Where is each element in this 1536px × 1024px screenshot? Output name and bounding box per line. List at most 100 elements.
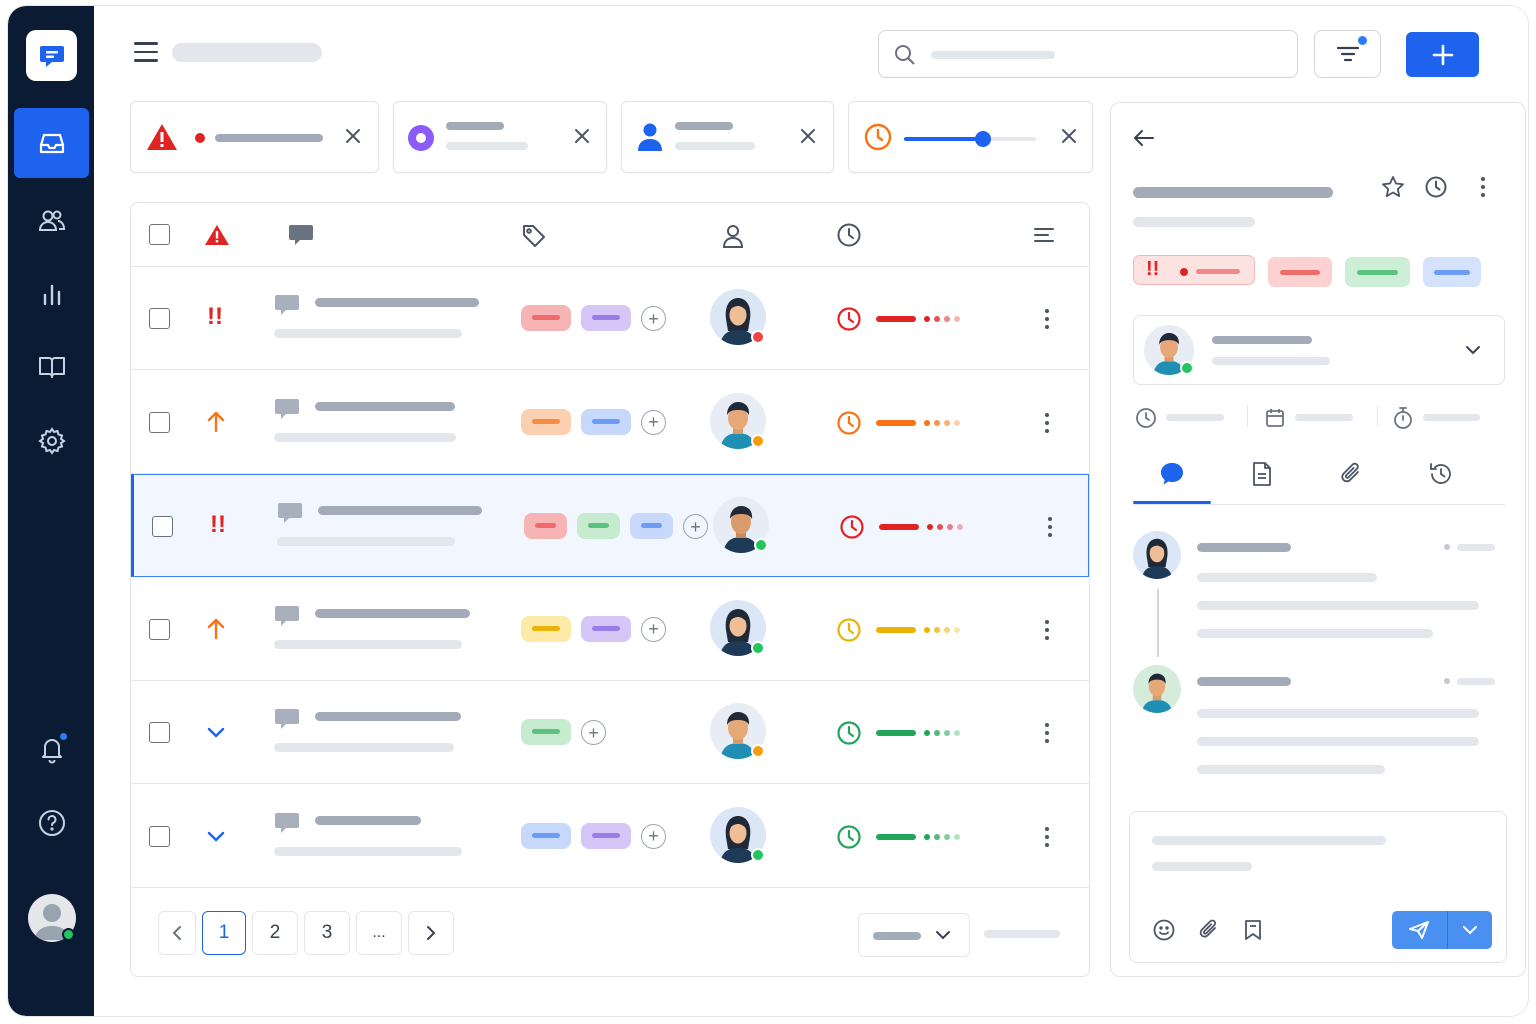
add-tag-button[interactable]: + bbox=[641, 616, 666, 642]
reply-composer[interactable] bbox=[1129, 811, 1507, 963]
row-more-options-icon[interactable] bbox=[1045, 619, 1049, 644]
message-column-icon[interactable] bbox=[288, 223, 314, 247]
notifications-button[interactable] bbox=[14, 714, 89, 784]
row-more-options-icon[interactable] bbox=[1048, 517, 1052, 541]
app-logo[interactable] bbox=[26, 30, 77, 81]
attach-icon[interactable] bbox=[1197, 918, 1221, 942]
page-ellipsis[interactable]: ... bbox=[356, 911, 402, 955]
add-tag-button[interactable]: + bbox=[683, 514, 708, 539]
ticket-tag[interactable] bbox=[581, 822, 631, 849]
filter-chip-status[interactable] bbox=[393, 101, 607, 173]
close-icon[interactable] bbox=[798, 126, 818, 146]
tag-blue[interactable] bbox=[1423, 257, 1481, 287]
filter-chip-sla[interactable] bbox=[848, 101, 1093, 173]
priority-column-icon[interactable] bbox=[204, 223, 230, 247]
chevron-down-icon[interactable] bbox=[1462, 924, 1478, 936]
search-input[interactable] bbox=[878, 30, 1298, 78]
message-author-placeholder bbox=[1197, 543, 1291, 552]
paperclip-tab-icon[interactable] bbox=[1339, 461, 1363, 487]
ticket-tag[interactable] bbox=[521, 305, 571, 331]
help-button[interactable] bbox=[14, 788, 89, 858]
add-button[interactable] bbox=[1406, 32, 1479, 77]
page-button-1[interactable]: 1 bbox=[202, 911, 246, 955]
document-tab-icon[interactable] bbox=[1251, 461, 1273, 487]
more-options-icon[interactable] bbox=[1481, 177, 1485, 201]
add-tag-button[interactable]: + bbox=[641, 823, 666, 849]
sidebar-item-contacts[interactable] bbox=[14, 186, 89, 256]
page-button-3[interactable]: 3 bbox=[304, 911, 350, 955]
add-tag-button[interactable]: + bbox=[641, 306, 666, 331]
table-row[interactable]: + bbox=[131, 578, 1089, 681]
ticket-subject-placeholder bbox=[315, 608, 470, 618]
clock-icon[interactable] bbox=[1424, 175, 1448, 199]
tag-green[interactable] bbox=[1345, 257, 1410, 287]
add-tag-button[interactable]: + bbox=[581, 720, 606, 745]
table-row[interactable]: !! + bbox=[131, 267, 1089, 370]
ticket-tag[interactable] bbox=[577, 513, 620, 539]
menu-button[interactable] bbox=[134, 42, 158, 62]
next-page-button[interactable] bbox=[408, 911, 454, 955]
table-row[interactable]: + bbox=[131, 785, 1089, 888]
ticket-tag[interactable] bbox=[521, 719, 571, 745]
row-more-options-icon[interactable] bbox=[1045, 412, 1049, 437]
sla-column-icon[interactable] bbox=[836, 222, 862, 248]
row-more-options-icon[interactable] bbox=[1045, 723, 1049, 747]
sla-bar bbox=[876, 316, 916, 322]
sla-dot bbox=[934, 419, 940, 426]
history-tab-icon[interactable] bbox=[1428, 461, 1454, 487]
row-checkbox[interactable] bbox=[149, 618, 170, 640]
chat-tab-icon[interactable] bbox=[1159, 461, 1185, 487]
close-icon[interactable] bbox=[572, 126, 592, 146]
ticket-tag[interactable] bbox=[521, 822, 571, 849]
sidebar-item-knowledge-base[interactable] bbox=[14, 332, 89, 402]
star-icon[interactable] bbox=[1381, 175, 1405, 199]
assignee-select[interactable] bbox=[1133, 315, 1505, 385]
send-button[interactable] bbox=[1392, 911, 1492, 949]
close-icon[interactable] bbox=[343, 126, 363, 146]
row-more-options-icon[interactable] bbox=[1045, 309, 1049, 333]
plus-icon bbox=[1432, 44, 1453, 65]
row-checkbox[interactable] bbox=[152, 516, 173, 537]
row-checkbox[interactable] bbox=[149, 411, 170, 433]
ticket-tag[interactable] bbox=[630, 513, 673, 539]
table-row[interactable]: + bbox=[131, 371, 1089, 474]
close-icon[interactable] bbox=[1059, 126, 1079, 146]
ticket-subject-placeholder bbox=[318, 506, 482, 515]
assignee-column-icon[interactable] bbox=[721, 223, 745, 249]
sort-icon[interactable] bbox=[1033, 225, 1055, 245]
ticket-tag[interactable] bbox=[524, 513, 567, 539]
add-tag-button[interactable]: + bbox=[641, 409, 666, 435]
sla-slider-handle[interactable] bbox=[975, 131, 992, 147]
bookmark-icon[interactable] bbox=[1242, 918, 1264, 942]
row-checkbox[interactable] bbox=[149, 308, 170, 329]
ticket-tag[interactable] bbox=[581, 305, 631, 331]
emoji-icon[interactable] bbox=[1152, 918, 1176, 942]
select-all-checkbox[interactable] bbox=[149, 224, 170, 245]
page-button-2[interactable]: 2 bbox=[252, 911, 298, 955]
back-arrow-icon[interactable] bbox=[1133, 129, 1155, 147]
separator-dot bbox=[1444, 678, 1450, 684]
table-row[interactable]: !! + bbox=[131, 474, 1089, 577]
priority-tag[interactable]: !! bbox=[1133, 255, 1255, 285]
filter-chip-priority[interactable] bbox=[130, 101, 379, 173]
sidebar-item-reports[interactable] bbox=[14, 260, 89, 330]
sidebar-item-settings[interactable] bbox=[14, 406, 89, 476]
ticket-tag[interactable] bbox=[581, 408, 631, 435]
message-line bbox=[1197, 765, 1385, 774]
sidebar-item-inbox[interactable] bbox=[14, 108, 89, 178]
table-row[interactable]: + bbox=[131, 681, 1089, 784]
filter-button[interactable] bbox=[1314, 30, 1381, 78]
row-checkbox[interactable] bbox=[149, 722, 170, 743]
prev-page-button[interactable] bbox=[158, 911, 196, 955]
page-size-select[interactable] bbox=[858, 913, 970, 957]
ticket-tag[interactable] bbox=[521, 408, 571, 435]
row-more-options-icon[interactable] bbox=[1045, 826, 1049, 851]
row-checkbox[interactable] bbox=[149, 825, 170, 847]
filter-chip-assignee[interactable] bbox=[621, 101, 834, 173]
tag-red[interactable] bbox=[1268, 257, 1332, 287]
tag-column-icon[interactable] bbox=[521, 223, 547, 249]
sla-dot bbox=[924, 626, 930, 633]
ticket-tag[interactable] bbox=[581, 615, 631, 642]
sla-dot bbox=[944, 730, 950, 736]
ticket-tag[interactable] bbox=[521, 615, 571, 642]
